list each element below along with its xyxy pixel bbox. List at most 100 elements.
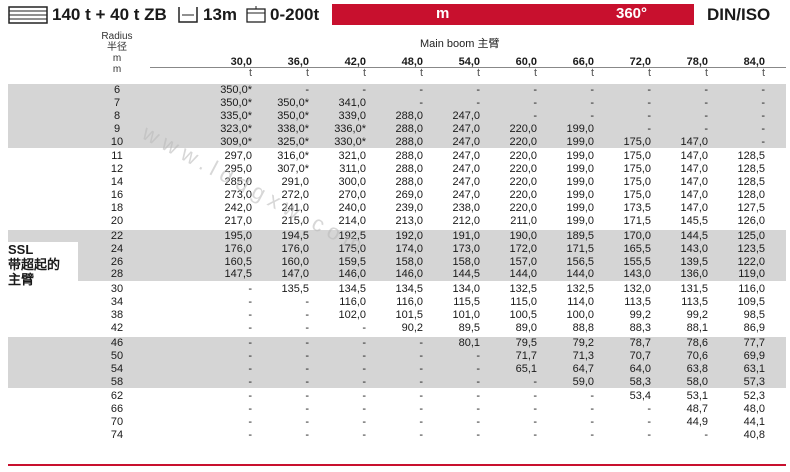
load-cell: -	[419, 403, 423, 416]
load-cell: 288,0	[395, 176, 423, 189]
load-cell: 113,5	[681, 296, 708, 309]
config-bar-unit: m	[436, 5, 450, 22]
load-cell: 64,7	[572, 362, 594, 375]
load-cell: -	[533, 375, 537, 388]
table-row: 14 285,0 291,0 300,0 288,0 247,0 220,0 199,0 175…	[8, 176, 786, 189]
load-cell: -	[476, 96, 480, 109]
load-cell: 128,5	[737, 150, 765, 163]
boom-length-col: 72,0 t	[594, 57, 651, 79]
load-cell: 316,0*	[277, 150, 309, 163]
load-cell: -	[704, 429, 708, 442]
boom-length-unit: t	[761, 67, 765, 79]
load-cell: 288,0	[395, 163, 423, 176]
load-cell: 199,0	[566, 189, 594, 202]
load-cell: -	[248, 283, 252, 296]
load-cell: 173,5	[623, 202, 651, 215]
load-cell: -	[419, 96, 423, 109]
load-cell: 156,5	[566, 255, 594, 268]
footer-rule	[8, 464, 786, 466]
load-cell: -	[305, 416, 309, 429]
load-cell: 128,5	[737, 163, 765, 176]
radius-cell: 46	[110, 336, 124, 349]
radius-label-cn: 半径	[107, 42, 127, 53]
radius-cell: 24	[110, 242, 124, 255]
load-cell: -	[248, 336, 252, 349]
load-cell: 144,0	[509, 268, 537, 281]
superlift-text: 0-200t	[270, 5, 320, 24]
radius-cell: 34	[110, 296, 124, 309]
load-cell: -	[590, 109, 594, 122]
boom-length-value: 72,0	[629, 56, 651, 68]
load-cell: -	[362, 390, 366, 403]
load-cell: -	[248, 375, 252, 388]
table-row: 74 - - - - - - - - - 40,8	[8, 429, 786, 442]
load-cell: 247,0	[452, 109, 480, 122]
load-cell: 323,0*	[220, 122, 252, 135]
load-cell: 139,5	[680, 255, 708, 268]
load-cell: 173,0	[452, 242, 480, 255]
load-cell: -	[248, 362, 252, 375]
load-cell: 288,0	[395, 135, 423, 148]
load-cell: -	[248, 322, 252, 335]
load-cell: 116,0	[738, 283, 765, 296]
load-cell: 70,7	[629, 349, 651, 362]
table-row: 70 - - - - - - - - 44,9 44,1	[8, 416, 786, 429]
load-cell: 220,0	[509, 135, 537, 148]
load-cell: -	[248, 390, 252, 403]
load-cell: 88,8	[572, 322, 594, 335]
radius-cell: 26	[110, 255, 124, 268]
table-row: 18 242,0 241,0 240,0 239,0 238,0 220,0 199,0 173…	[8, 202, 786, 215]
load-cell: 48,7	[686, 403, 708, 416]
load-cell: 59,0	[572, 375, 594, 388]
load-cell: 101,0	[452, 309, 480, 322]
boom-length-unit: t	[248, 67, 252, 79]
load-cell: 242,0	[224, 202, 252, 215]
load-cell: 77,7	[743, 336, 765, 349]
load-cell: 119,0	[738, 268, 765, 281]
table-row: 50 - - - - - 71,7 71,3 70,7 70,6 69,9	[8, 349, 786, 363]
load-cell: 147,0	[680, 135, 708, 148]
load-cell: 335,0*	[220, 109, 252, 122]
radius-cell: 10	[110, 135, 124, 148]
load-cell: 44,9	[686, 416, 708, 429]
load-cell: 143,0	[680, 242, 708, 255]
ssl-label-line3: 主臂	[8, 272, 35, 287]
load-cell: 220,0	[509, 189, 537, 202]
load-cell: -	[305, 322, 309, 335]
boom-length-unit: t	[476, 67, 480, 79]
load-cell: 57,3	[743, 375, 765, 388]
load-cell: 199,0	[566, 214, 594, 227]
load-cell: -	[647, 96, 651, 109]
load-cell: -	[419, 349, 423, 362]
load-cell: 132,0	[623, 283, 651, 296]
load-cell: 116,0	[339, 296, 366, 309]
load-cell: 269,0	[395, 189, 423, 202]
load-cell: 88,3	[629, 322, 651, 335]
load-cell: 199,0	[566, 176, 594, 189]
load-cell: 165,5	[623, 242, 651, 255]
table-row: 9 323,0* 338,0* 336,0* 288,0 247,0 220,0 199,0 -…	[8, 122, 786, 136]
boom-length-value: 66,0	[572, 56, 594, 68]
load-cell: 99,2	[686, 309, 708, 322]
load-cell: -	[590, 403, 594, 416]
boom-section-icon	[178, 7, 198, 23]
load-cell: 247,0	[452, 122, 480, 135]
load-cell: -	[305, 429, 309, 442]
load-cell: 63,1	[743, 362, 765, 375]
config-bar-angle: 360°	[616, 5, 648, 22]
load-cell: 171,5	[566, 242, 594, 255]
load-cell: 134,5	[395, 283, 423, 296]
counterweight-icon	[8, 6, 48, 24]
load-cell: 190,0	[509, 229, 537, 242]
load-cell: 175,0	[623, 150, 651, 163]
load-cell: 175,0	[623, 176, 651, 189]
radius-cell: 7	[113, 96, 121, 109]
load-cell: -	[305, 84, 309, 96]
radius-cell: 50	[110, 349, 124, 362]
load-cell: 175,0	[623, 189, 651, 202]
load-cell: 116,0	[396, 296, 423, 309]
load-cell: 147,0	[281, 268, 309, 281]
load-cell: -	[533, 403, 537, 416]
table-row: 58 - - - - - - 59,0 58,3 58,0 57,3	[8, 375, 786, 389]
load-cell: 160,5	[224, 255, 252, 268]
